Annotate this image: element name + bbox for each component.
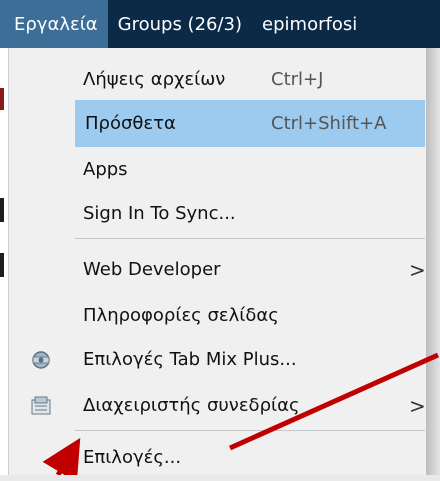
menu-item-addons[interactable]: Πρόσθετα Ctrl+Shift+A xyxy=(75,100,425,147)
menu-item-session-manager[interactable]: Διαχειριστής συνεδρίας > xyxy=(17,382,426,429)
downloads-label: Λήψεις αρχείων xyxy=(83,69,226,90)
menu-tools-label: Εργαλεία xyxy=(14,13,98,35)
menu-epimorfosi[interactable]: epimorfosi xyxy=(252,0,367,48)
page-info-label: Πληροφορίες σελίδας xyxy=(83,305,279,326)
menu-separator xyxy=(75,238,425,239)
session-manager-label: Διαχειριστής συνεδρίας xyxy=(83,395,300,416)
menu-separator xyxy=(75,430,425,431)
menu-item-options[interactable]: Επιλογές... xyxy=(17,434,425,481)
downloads-shortcut: Ctrl+J xyxy=(271,69,324,90)
menu-shadow xyxy=(426,48,440,475)
menu-item-tabmix-options[interactable]: Επιλογές Tab Mix Plus... xyxy=(17,336,425,383)
menu-epimorfosi-label: epimorfosi xyxy=(262,13,358,35)
menu-item-downloads[interactable]: Λήψεις αρχείων Ctrl+J xyxy=(17,56,425,103)
sessions-icon xyxy=(29,394,53,418)
gear-icon xyxy=(29,348,53,372)
menu-item-page-info[interactable]: Πληροφορίες σελίδας xyxy=(17,292,425,339)
menu-item-apps[interactable]: Apps xyxy=(17,146,425,193)
menu-groups[interactable]: Groups (26/3) xyxy=(108,0,252,48)
options-label: Επιλογές... xyxy=(83,447,182,468)
addons-shortcut: Ctrl+Shift+A xyxy=(271,113,387,134)
sign-in-sync-label: Sign In To Sync... xyxy=(83,203,236,224)
chevron-right-icon: > xyxy=(409,257,426,282)
apps-label: Apps xyxy=(83,159,128,180)
menu-item-web-developer[interactable]: Web Developer > xyxy=(17,246,426,293)
addons-label: Πρόσθετα xyxy=(85,113,176,134)
menubar: Εργαλεία Groups (26/3) epimorfosi xyxy=(0,0,440,48)
menu-item-sign-in-sync[interactable]: Sign In To Sync... xyxy=(17,190,425,237)
chevron-right-icon: > xyxy=(409,393,426,418)
menu-tools[interactable]: Εργαλεία xyxy=(0,0,108,48)
tools-menu: Λήψεις αρχείων Ctrl+J Πρόσθετα Ctrl+Shif… xyxy=(8,48,427,475)
left-edge xyxy=(0,48,8,475)
tabmix-options-label: Επιλογές Tab Mix Plus... xyxy=(83,349,297,370)
web-developer-label: Web Developer xyxy=(83,259,221,280)
menu-groups-label: Groups (26/3) xyxy=(117,13,243,35)
